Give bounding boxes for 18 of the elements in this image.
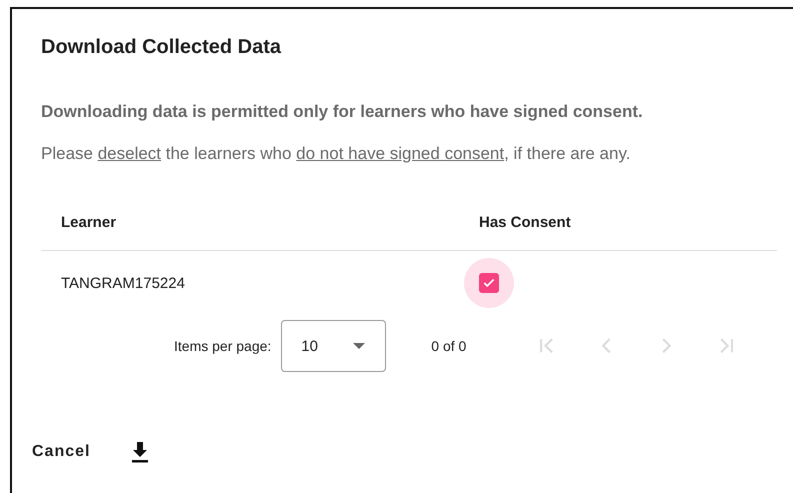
consent-notice: Downloading data is permitted only for learners who have signed consent. [41,102,644,122]
column-header: Learner [61,214,118,230]
next-chevron-icon [662,338,671,354]
previous-chevron-icon [602,338,611,354]
last-chevron-icon [720,338,733,354]
first-chevron-icon [540,338,553,354]
checkmark-icon [482,276,496,290]
consent-checkbox[interactable] [464,258,514,308]
page-size-select[interactable]: 10 [281,320,386,372]
column-header: Has Consent [479,214,571,230]
cancel-button[interactable]: Cancel [22,437,100,467]
dialog-title: Download Collected Data [41,36,282,60]
items-per-page-label: Items per page: [174,338,272,354]
table-cell-text: TANGRAM175224 [61,274,186,292]
page-range: 0 of 0 [431,338,466,354]
download-icon [130,440,150,464]
instruction-text: Please deselect the learners who do not have signed consent, if there are any. [41,144,632,164]
caret-icon [353,343,366,349]
